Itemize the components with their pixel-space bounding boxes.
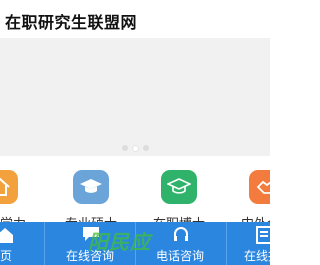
menu-item-sino-foreign[interactable]: 中外合作 bbox=[230, 170, 270, 222]
tab-label: 电话咨询 bbox=[156, 249, 205, 263]
menu-item-in-service-phd[interactable]: 在职博士 bbox=[142, 170, 216, 222]
menu-label: 同等学力 bbox=[0, 213, 37, 222]
menu-item-equivalent-degree[interactable]: 同等学力 bbox=[0, 170, 37, 222]
home-icon bbox=[0, 226, 14, 248]
menu-label: 中外合作 bbox=[230, 213, 270, 222]
banner-carousel[interactable] bbox=[0, 38, 270, 156]
menu-label: 专业硕士 bbox=[54, 213, 128, 222]
tab-online-signup[interactable]: 在线报名 bbox=[227, 222, 270, 265]
watermark: 阳民应 bbox=[88, 230, 151, 254]
graduation-cap-icon bbox=[73, 170, 109, 204]
carousel-dot[interactable] bbox=[143, 145, 149, 151]
menu-label: 在职博士 bbox=[142, 213, 216, 222]
carousel-dot[interactable] bbox=[122, 145, 128, 151]
headset-icon bbox=[172, 226, 190, 248]
tab-label: 首页 bbox=[0, 249, 13, 263]
tab-label: 在线报名 bbox=[244, 249, 270, 263]
handshake-icon bbox=[249, 170, 270, 204]
carousel-dot-active[interactable] bbox=[132, 145, 139, 152]
house-icon bbox=[0, 170, 18, 204]
category-menu: 同等学力 专业硕士 在职博士 中外合作 bbox=[0, 160, 270, 222]
header: 在职研究生联盟网 bbox=[0, 0, 270, 38]
form-icon bbox=[256, 226, 270, 248]
menu-item-professional-master[interactable]: 专业硕士 bbox=[54, 170, 128, 222]
carousel-dots bbox=[122, 145, 149, 152]
tab-home[interactable]: 首页 bbox=[0, 222, 44, 265]
site-title: 在职研究生联盟网 bbox=[5, 13, 138, 32]
graduation-cap-icon bbox=[161, 170, 197, 204]
